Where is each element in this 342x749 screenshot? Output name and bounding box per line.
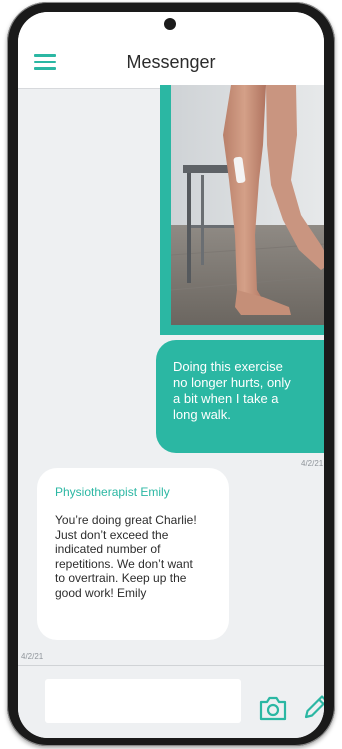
message-sender: Physiotherapist Emily bbox=[55, 485, 170, 499]
exercise-photo[interactable] bbox=[171, 85, 324, 325]
outgoing-image-message[interactable] bbox=[160, 85, 324, 335]
camera-icon[interactable] bbox=[258, 694, 288, 722]
incoming-message-date: 4/2/21 bbox=[21, 652, 44, 661]
incoming-message-bubble[interactable]: Physiotherapist Emily You’re doing great… bbox=[37, 468, 229, 640]
page-title: Messenger bbox=[126, 52, 216, 72]
message-input[interactable] bbox=[45, 679, 241, 723]
outgoing-message-text: Doing this exercise no longer hurts, onl… bbox=[173, 359, 291, 422]
outgoing-message-date: 4/2/21 bbox=[301, 459, 324, 468]
outgoing-message-bubble[interactable]: Doing this exercise no longer hurts, onl… bbox=[156, 340, 324, 453]
message-composer bbox=[18, 665, 324, 738]
incoming-message-text: You’re doing great Charlie! Just don’t e… bbox=[55, 513, 197, 600]
pencil-icon[interactable] bbox=[301, 692, 324, 722]
phone-frame: Messenger Doing this exercise no longer … bbox=[7, 2, 335, 746]
app-screen: Messenger Doing this exercise no longer … bbox=[18, 12, 324, 738]
front-camera bbox=[164, 18, 176, 30]
